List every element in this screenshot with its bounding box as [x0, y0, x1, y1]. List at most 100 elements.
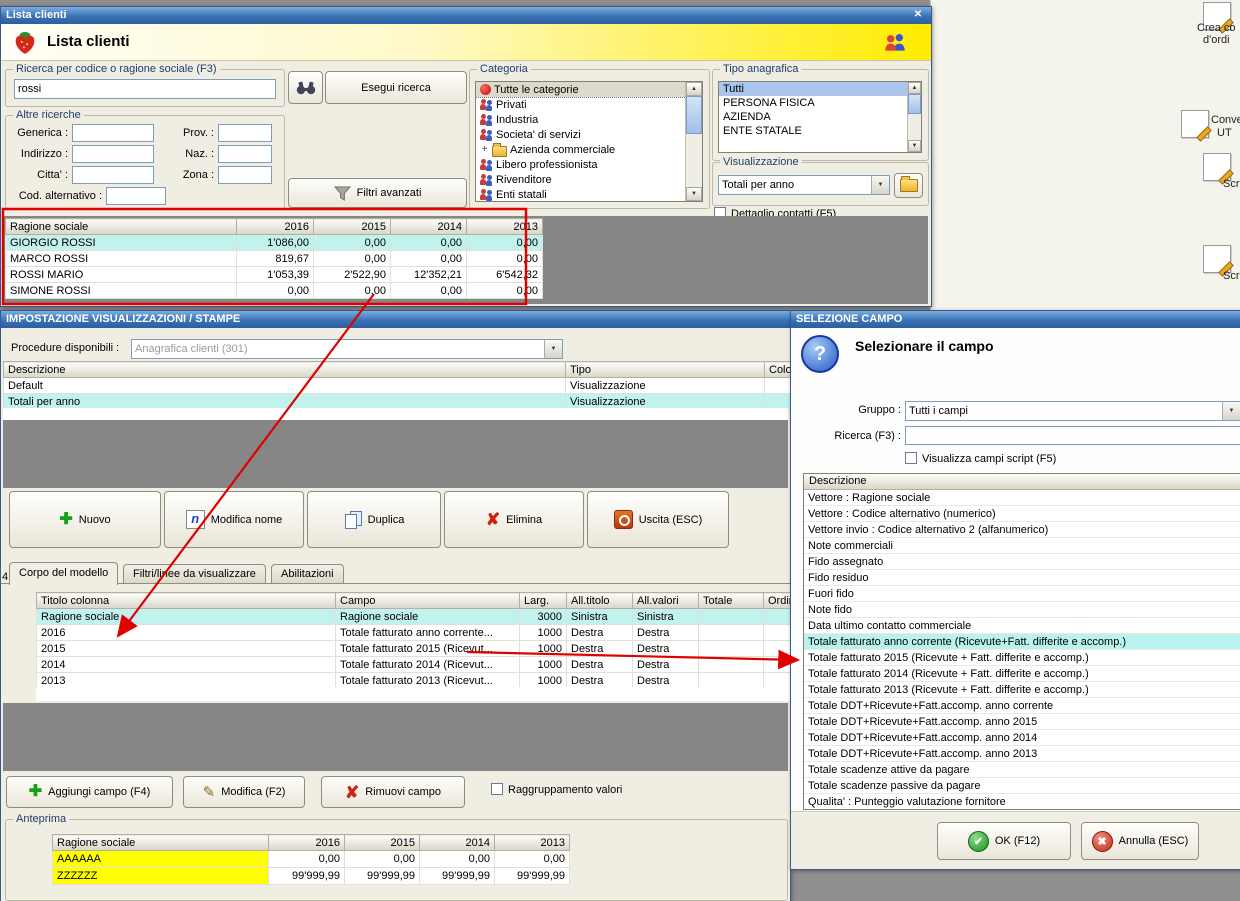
list-item[interactable]: Totale fatturato 2013 (Ricevute + Fatt. … — [804, 682, 1240, 698]
list-item[interactable]: Tutti — [719, 82, 908, 96]
scroll-thumb[interactable] — [686, 96, 702, 134]
list-item[interactable]: Fuori fido — [804, 586, 1240, 602]
chevron-down-icon[interactable]: ▼ — [1222, 402, 1240, 420]
ricerca-input[interactable] — [905, 426, 1240, 445]
scroll-thumb[interactable] — [908, 94, 921, 114]
close-icon[interactable]: ✕ — [910, 8, 926, 22]
list-item[interactable]: Tutte le categorie — [476, 82, 687, 98]
column-header[interactable]: 2014 — [390, 218, 467, 235]
elimina-button[interactable]: ✘ Elimina — [444, 491, 584, 548]
list-item[interactable]: Enti statali — [476, 187, 686, 201]
list-item[interactable]: Vettore invio : Codice alternativo 2 (al… — [804, 522, 1240, 538]
column-header[interactable]: 2016 — [268, 834, 345, 851]
visualizzazione-select[interactable]: Totali per anno ▼ — [718, 175, 890, 195]
titlebar[interactable]: Lista clienti ✕ — [1, 7, 931, 24]
script-checkbox[interactable] — [905, 452, 917, 464]
column-header[interactable]: Campo — [335, 592, 520, 609]
list-item[interactable]: Totale DDT+Ricevute+Fatt.accomp. anno 20… — [804, 730, 1240, 746]
table-row[interactable]: Default Visualizzazione — [3, 377, 790, 394]
list-item[interactable]: Totale scadenze passive da pagare — [804, 778, 1240, 794]
list-item[interactable]: Totale DDT+Ricevute+Fatt.accomp. anno co… — [804, 698, 1240, 714]
write-icon[interactable] — [1203, 245, 1231, 273]
nuovo-button[interactable]: ✚ Nuovo — [9, 491, 161, 548]
column-header[interactable]: Larg. — [519, 592, 567, 609]
indirizzo-input[interactable] — [72, 145, 154, 163]
table-row[interactable]: 2015 Totale fatturato 2015 (Ricevut... 100… — [36, 640, 790, 657]
binoculars-button[interactable] — [288, 71, 323, 104]
tab-filtri-linee[interactable]: Filtri/linee da visualizzare — [123, 564, 266, 583]
toolbar-item-label[interactable]: d'ordi — [1203, 34, 1230, 46]
search-input[interactable] — [14, 79, 276, 99]
list-item[interactable]: Fido residuo — [804, 570, 1240, 586]
naz-input[interactable] — [218, 145, 272, 163]
modifica-nome-button[interactable]: n Modifica nome — [164, 491, 304, 548]
column-header[interactable]: 2013 — [466, 218, 543, 235]
scroll-down-icon[interactable]: ▼ — [686, 187, 702, 201]
cod-alternativo-input[interactable] — [106, 187, 166, 205]
scroll-down-icon[interactable]: ▼ — [908, 140, 921, 152]
list-item[interactable]: Totale fatturato 2015 (Ricevute + Fatt. … — [804, 650, 1240, 666]
column-header[interactable]: Color... — [764, 361, 790, 378]
list-item[interactable]: Note fido — [804, 602, 1240, 618]
list-item[interactable]: Qualita' : Punteggio valutazione fornito… — [804, 794, 1240, 809]
model-columns-table[interactable]: Titolo colonna Campo Larg. All.titolo All.va… — [36, 592, 790, 689]
titlebar[interactable]: IMPOSTAZIONE VISUALIZZAZIONI / STAMPE — [1, 311, 790, 328]
column-header[interactable]: Descrizione — [3, 361, 566, 378]
column-header[interactable]: Ragione sociale — [52, 834, 269, 851]
categoria-list[interactable]: Tutte le categorie Privati Industria Societ… — [475, 81, 703, 202]
toolbar-item-label[interactable]: Scri — [1223, 270, 1240, 282]
list-item[interactable]: Libero professionista — [476, 157, 686, 172]
table-row[interactable]: 2016 Totale fatturato anno corrente... 100… — [36, 624, 790, 641]
column-header[interactable]: 2015 — [344, 834, 420, 851]
tab-abilitazioni[interactable]: Abilitazioni — [271, 564, 344, 583]
table-row[interactable]: AAAAAA 0,00 0,00 0,00 0,00 — [52, 850, 570, 868]
rimuovi-campo-button[interactable]: ✘ Rimuovi campo — [321, 776, 465, 808]
column-header[interactable]: Totale — [698, 592, 764, 609]
scroll-up-icon[interactable]: ▲ — [686, 82, 702, 96]
list-item[interactable]: Totale scadenze attive da pagare — [804, 762, 1240, 778]
field-list[interactable]: Descrizione Vettore : Ragione sociale Vet… — [803, 473, 1240, 810]
list-item[interactable]: Fido assegnato — [804, 554, 1240, 570]
toolbar-item-label[interactable]: Conversi — [1211, 114, 1240, 126]
toolbar-item-label[interactable]: Scri — [1223, 178, 1240, 190]
zona-input[interactable] — [218, 166, 272, 184]
uscita-button[interactable]: Uscita (ESC) — [587, 491, 729, 548]
table-row[interactable]: SIMONE ROSSI 0,00 0,00 0,00 0,00 — [5, 282, 543, 299]
column-header[interactable]: Ordinamento — [763, 592, 790, 609]
table-row[interactable]: GIORGIO ROSSI 1'086,00 0,00 0,00 0,00 — [5, 234, 543, 251]
column-header[interactable]: Ragione sociale — [5, 218, 237, 235]
column-header[interactable]: Tipo — [565, 361, 765, 378]
column-header[interactable]: All.valori — [632, 592, 699, 609]
ok-button[interactable]: ✔ OK (F12) — [937, 822, 1071, 860]
toolbar-item-label[interactable]: Crea co — [1197, 22, 1236, 34]
esegui-ricerca-button[interactable]: Esegui ricerca — [325, 71, 467, 104]
citta-input[interactable] — [72, 166, 154, 184]
column-header[interactable]: 2015 — [313, 218, 391, 235]
table-row[interactable]: ZZZZZZ 99'999,99 99'999,99 99'999,99 99'999,… — [52, 867, 570, 885]
list-item[interactable]: PERSONA FISICA — [719, 96, 908, 110]
duplica-button[interactable]: Duplica — [307, 491, 441, 548]
scrollbar[interactable]: ▲ ▼ — [907, 82, 921, 152]
list-item[interactable]: + Azienda commerciale — [476, 142, 686, 157]
script-checkbox-row[interactable]: Visualizza campi script (F5) — [905, 452, 1056, 465]
contacts-icon[interactable] — [881, 32, 909, 52]
aggiungi-campo-button[interactable]: ✚ Aggiungi campo (F4) — [6, 776, 173, 808]
toolbar-item-label[interactable]: UT — [1217, 127, 1232, 139]
filtri-avanzati-button[interactable]: Filtri avanzati — [288, 178, 467, 208]
raggruppamento-checkbox-row[interactable]: Raggruppamento valori — [491, 783, 622, 796]
anteprima-table[interactable]: Ragione sociale 2016 2015 2014 2013 AAAAAA 0,… — [52, 834, 570, 885]
column-header[interactable]: 2013 — [494, 834, 570, 851]
table-row[interactable]: Ragione sociale Ragione sociale 3000 Sinist… — [36, 608, 790, 625]
list-item[interactable]: Vettore : Ragione sociale — [804, 490, 1240, 506]
column-header[interactable]: 2014 — [419, 834, 495, 851]
column-header[interactable]: Titolo colonna — [36, 592, 336, 609]
column-header[interactable]: 2016 — [236, 218, 314, 235]
column-header[interactable]: Descrizione — [804, 474, 1240, 490]
generica-input[interactable] — [72, 124, 154, 142]
list-item[interactable]: Note commerciali — [804, 538, 1240, 554]
open-view-button[interactable] — [894, 173, 923, 198]
list-item[interactable]: Totale fatturato 2014 (Ricevute + Fatt. … — [804, 666, 1240, 682]
tab-corpo-del-modello[interactable]: Corpo del modello — [9, 562, 119, 585]
prov-input[interactable] — [218, 124, 272, 142]
views-table[interactable]: DescrizioneTipoColor... DefaultVisualizz… — [3, 361, 790, 410]
